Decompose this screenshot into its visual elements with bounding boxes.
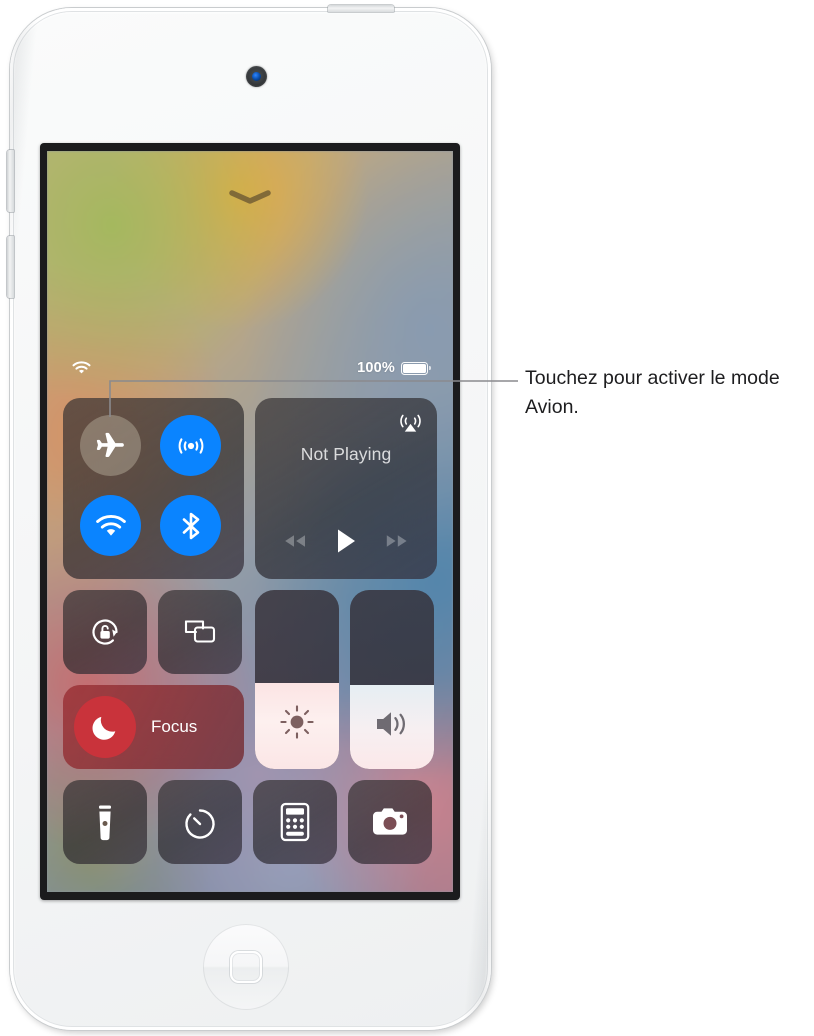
rewind-icon[interactable]: [282, 532, 308, 550]
home-button[interactable]: [203, 924, 289, 1010]
bluetooth-icon: [182, 512, 199, 539]
airdrop-button[interactable]: [160, 415, 221, 476]
fast-forward-icon[interactable]: [384, 532, 410, 550]
cc-mini-row: [63, 590, 244, 674]
control-center: Not Playing Focus: [63, 398, 437, 864]
focus-toggle-circle[interactable]: [74, 696, 136, 758]
battery-percent-label: 100%: [357, 360, 395, 376]
bluetooth-button[interactable]: [160, 495, 221, 556]
cc-row-2: Focus: [63, 590, 437, 769]
screen-mirroring-icon: [184, 620, 216, 643]
wifi-icon: [72, 361, 91, 374]
camera-lens: [252, 72, 261, 81]
play-icon[interactable]: [334, 527, 358, 555]
status-bar: 100%: [47, 357, 453, 379]
airplane-mode-button[interactable]: [80, 415, 141, 476]
cc-row-1: Not Playing: [63, 398, 437, 579]
airplay-audio-icon[interactable]: [398, 410, 423, 435]
rotation-lock-button[interactable]: [63, 590, 147, 674]
wifi-icon: [95, 514, 126, 536]
calculator-icon: [280, 802, 310, 842]
cc-row-3: [63, 780, 437, 864]
brightness-icon: [280, 705, 314, 739]
focus-label: Focus: [151, 717, 198, 736]
callout-text: Touchez pour activer le mode Avion.: [525, 367, 780, 418]
home-button-square-icon: [230, 951, 262, 983]
volume-glyph-wrap: [350, 706, 434, 742]
calculator-button[interactable]: [253, 780, 337, 864]
now-playing-title: Not Playing: [300, 444, 392, 464]
camera-button[interactable]: [348, 780, 432, 864]
flashlight-icon: [99, 805, 111, 841]
connectivity-module[interactable]: [63, 398, 244, 579]
volume-down-button[interactable]: [7, 236, 14, 298]
brightness-slider[interactable]: [255, 590, 339, 769]
now-playing-module[interactable]: Not Playing: [255, 398, 437, 579]
flashlight-button[interactable]: [63, 780, 147, 864]
front-camera-icon: [246, 66, 267, 87]
device-screen: 100% Not Playing Focus: [47, 151, 453, 892]
airdrop-icon: [178, 437, 203, 454]
speaker-icon: [377, 712, 405, 736]
screenshot-root: 100% Not Playing Focus Touchez pour acti…: [0, 0, 814, 1036]
volume-up-button[interactable]: [7, 150, 14, 212]
rotation-lock-icon: [92, 619, 118, 645]
focus-button[interactable]: Focus: [63, 685, 244, 769]
now-playing-controls: [255, 527, 437, 555]
timer-icon: [185, 809, 215, 839]
status-bar-right: 100%: [357, 360, 431, 376]
volume-slider[interactable]: [350, 590, 434, 769]
screen-mirroring-button[interactable]: [158, 590, 242, 674]
screen-bezel: 100% Not Playing Focus: [40, 143, 460, 900]
timer-button[interactable]: [158, 780, 242, 864]
airplane-icon: [96, 432, 124, 458]
camera-icon: [373, 808, 407, 835]
ipod-touch-device: 100% Not Playing Focus: [7, 5, 491, 1030]
chevron-down-grabber-icon[interactable]: [229, 190, 271, 204]
cc-left-column: Focus: [63, 590, 244, 769]
battery-full-icon: [401, 361, 431, 375]
battery-fill: [403, 363, 426, 373]
wifi-button[interactable]: [80, 495, 141, 556]
power-button[interactable]: [328, 5, 394, 12]
brightness-glyph-wrap: [255, 702, 339, 742]
moon-icon: [92, 716, 116, 740]
